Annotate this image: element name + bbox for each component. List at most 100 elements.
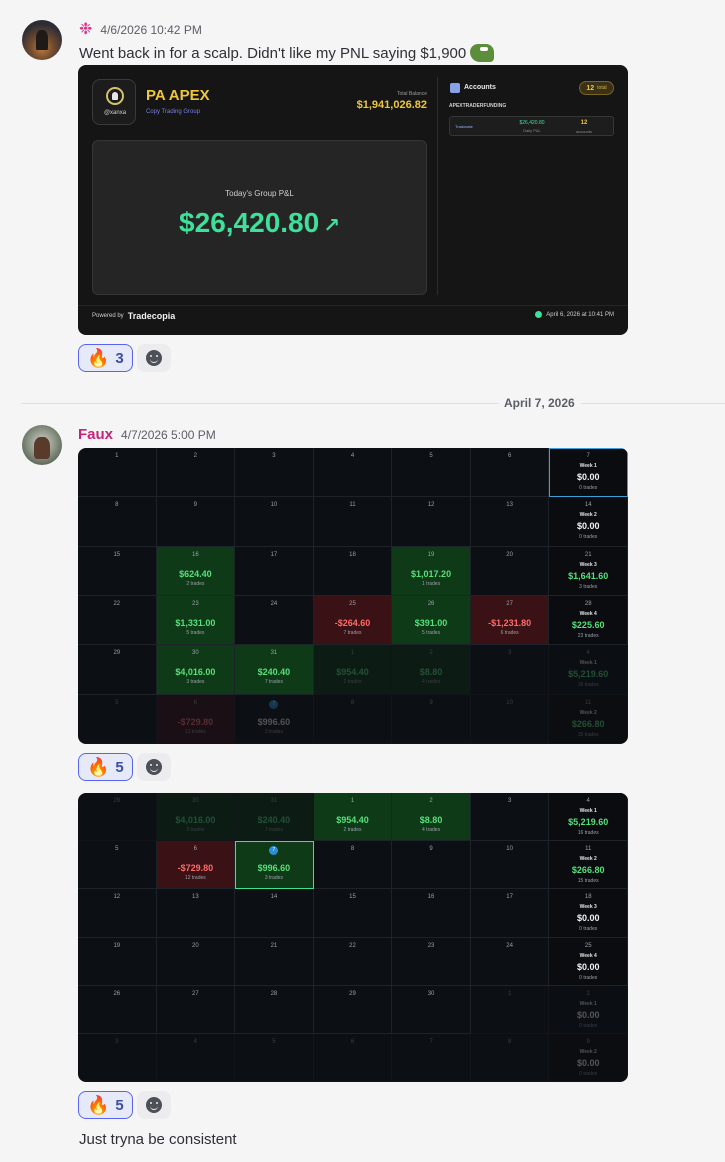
- avatar[interactable]: [22, 425, 62, 465]
- calendar-day-cell[interactable]: 12: [392, 497, 471, 547]
- calendar-day-cell[interactable]: 22: [78, 595, 157, 646]
- calendar-week-summary[interactable]: 21 Week 3 $1,641.60 3 trades: [549, 546, 628, 596]
- calendar-day-cell[interactable]: 14: [235, 889, 314, 938]
- calendar-week-summary[interactable]: 28 Week 4 $225.60 23 trades: [549, 595, 628, 646]
- calendar-day-cell[interactable]: 2 $8.80 4 trades: [392, 793, 471, 842]
- calendar-day-cell[interactable]: 3: [235, 448, 314, 498]
- calendar-day-cell[interactable]: 21: [235, 937, 314, 986]
- calendar-day-cell[interactable]: 10: [470, 841, 550, 890]
- calendar-day-cell[interactable]: 1 $954.40 2 trades: [313, 645, 393, 695]
- calendar-day-cell[interactable]: 7: [392, 1033, 471, 1082]
- calendar-day-cell[interactable]: 26 $391.00 5 trades: [392, 595, 471, 646]
- calendar-day-cell[interactable]: 5: [392, 448, 471, 498]
- calendar-day-cell[interactable]: 27: [156, 985, 236, 1034]
- add-reaction-icon: [145, 1097, 162, 1113]
- calendar-week-summary[interactable]: 2 Week 1 $0.00 0 trades: [549, 985, 628, 1034]
- calendar-day-cell[interactable]: 8: [470, 1033, 550, 1082]
- add-reaction-button[interactable]: [136, 753, 171, 781]
- add-reaction-button[interactable]: [136, 1091, 171, 1119]
- calendar-day-cell[interactable]: 5: [78, 841, 157, 890]
- fire-reaction[interactable]: 🔥 3: [78, 344, 133, 372]
- calendar-day-cell[interactable]: 17: [235, 546, 314, 596]
- calendar-day-cell[interactable]: 29: [78, 793, 157, 842]
- calendar-day-cell[interactable]: 3: [470, 793, 550, 842]
- calendar-day-cell[interactable]: 29: [78, 645, 157, 695]
- add-reaction-button[interactable]: [136, 344, 171, 372]
- calendar-day-cell[interactable]: 6 -$729.80 12 trades: [156, 841, 236, 890]
- trade-count: 0 trades: [579, 926, 598, 933]
- calendar-day-cell[interactable]: 17: [470, 889, 550, 938]
- calendar-day-cell[interactable]: 7 $996.60 3 trades: [235, 841, 314, 890]
- avatar[interactable]: [22, 20, 62, 60]
- calendar-week-summary[interactable]: 18 Week 3 $0.00 0 trades: [549, 889, 628, 938]
- calendar-day-cell[interactable]: 24: [470, 937, 550, 986]
- calendar-day-cell[interactable]: 2 $8.80 4 trades: [392, 645, 471, 695]
- calendar-day-cell[interactable]: 9: [156, 497, 236, 547]
- calendar-day-cell[interactable]: 4: [313, 448, 393, 498]
- calendar-day-cell[interactable]: 23: [392, 937, 471, 986]
- calendar-day-cell[interactable]: 27 -$1,231.80 6 trades: [470, 595, 550, 646]
- calendar-day-cell[interactable]: 6: [470, 448, 550, 498]
- calendar-day-cell[interactable]: 20: [470, 546, 550, 596]
- calendar-day-cell[interactable]: 16: [392, 889, 471, 938]
- calendar-day-cell[interactable]: 13: [470, 497, 550, 547]
- calendar-day-cell[interactable]: 4: [156, 1033, 236, 1082]
- calendar-week-summary[interactable]: 4 Week 1 $5,219.60 16 trades: [549, 645, 628, 695]
- calendar-day-cell[interactable]: 9: [392, 694, 471, 744]
- pnl-calendar-image[interactable]: 1 2 3 4 5 6 7 Week 1 $0.00 0 trades 8 9 10 11 12 13 14 We…: [78, 448, 628, 744]
- calendar-day-cell[interactable]: 31 $240.40 7 trades: [235, 645, 314, 695]
- day-number: 2: [429, 650, 433, 657]
- calendar-day-cell[interactable]: 30 $4,016.00 3 trades: [156, 793, 236, 842]
- calendar-day-cell[interactable]: 29: [313, 985, 393, 1034]
- calendar-week-summary[interactable]: 9 Week 2 $0.00 0 trades: [549, 1033, 628, 1082]
- calendar-day-cell[interactable]: 1 $954.40 2 trades: [313, 793, 393, 842]
- calendar-day-cell[interactable]: 1: [470, 985, 550, 1034]
- calendar-day-cell[interactable]: 8: [313, 694, 393, 744]
- calendar-day-cell[interactable]: 9: [392, 841, 471, 890]
- calendar-day-cell[interactable]: 22: [313, 937, 393, 986]
- calendar-week-summary[interactable]: 11 Week 2 $266.80 15 trades: [549, 694, 628, 744]
- username[interactable]: Faux: [78, 426, 113, 443]
- calendar-day-cell[interactable]: 8: [78, 497, 157, 547]
- calendar-day-cell[interactable]: 12: [78, 889, 157, 938]
- calendar-day-cell[interactable]: 16 $624.40 2 trades: [156, 546, 236, 596]
- fire-reaction[interactable]: 🔥 5: [78, 753, 133, 781]
- pnl-calendar-image[interactable]: 29 30 $4,016.00 3 trades 31 $240.40 7 trades 1 $…: [78, 793, 628, 1082]
- calendar-day-cell[interactable]: 20: [156, 937, 236, 986]
- calendar-week-summary[interactable]: 11 Week 2 $266.80 15 trades: [549, 841, 628, 890]
- calendar-day-cell[interactable]: 18: [313, 546, 393, 596]
- calendar-day-cell[interactable]: 26: [78, 985, 157, 1034]
- calendar-day-cell[interactable]: 25 -$264.60 7 trades: [313, 595, 393, 646]
- calendar-week-summary[interactable]: 7 Week 1 $0.00 0 trades: [549, 448, 628, 498]
- calendar-day-cell[interactable]: 23 $1,331.00 5 trades: [156, 595, 236, 646]
- calendar-day-cell[interactable]: 6 -$729.80 12 trades: [156, 694, 236, 744]
- calendar-day-cell[interactable]: 31 $240.40 7 trades: [235, 793, 314, 842]
- calendar-day-cell[interactable]: 5: [235, 1033, 314, 1082]
- calendar-day-cell[interactable]: 3: [470, 645, 550, 695]
- calendar-day-cell[interactable]: 30 $4,016.00 3 trades: [156, 645, 236, 695]
- calendar-day-cell[interactable]: 6: [313, 1033, 393, 1082]
- calendar-day-cell[interactable]: 15: [313, 889, 393, 938]
- trade-count: 15 trades: [577, 878, 599, 885]
- fire-reaction[interactable]: 🔥 5: [78, 1091, 133, 1119]
- calendar-day-cell[interactable]: 8: [313, 841, 393, 890]
- calendar-day-cell[interactable]: 1: [78, 448, 157, 498]
- calendar-day-cell[interactable]: 28: [235, 985, 314, 1034]
- calendar-day-cell[interactable]: 13: [156, 889, 236, 938]
- calendar-day-cell[interactable]: 10: [235, 497, 314, 547]
- calendar-day-cell[interactable]: 2: [156, 448, 236, 498]
- calendar-day-cell[interactable]: 3: [78, 1033, 157, 1082]
- calendar-day-cell[interactable]: 10: [470, 694, 550, 744]
- calendar-day-cell[interactable]: 5: [78, 694, 157, 744]
- calendar-day-cell[interactable]: 19: [78, 937, 157, 986]
- calendar-day-cell[interactable]: 19 $1,017.20 1 trades: [392, 546, 471, 596]
- tradecopia-pnl-card[interactable]: @xanxa PA APEX Copy Trading Group Total …: [78, 65, 628, 335]
- calendar-week-summary[interactable]: 4 Week 1 $5,219.60 16 trades: [549, 793, 628, 842]
- calendar-week-summary[interactable]: 14 Week 2 $0.00 0 trades: [549, 497, 628, 547]
- calendar-day-cell[interactable]: 24: [235, 595, 314, 646]
- calendar-week-summary[interactable]: 25 Week 4 $0.00 0 trades: [549, 937, 628, 986]
- calendar-day-cell[interactable]: 30: [392, 985, 471, 1034]
- calendar-day-cell[interactable]: 7 $996.60 3 trades: [235, 694, 314, 744]
- calendar-day-cell[interactable]: 11: [313, 497, 393, 547]
- calendar-day-cell[interactable]: 15: [78, 546, 157, 596]
